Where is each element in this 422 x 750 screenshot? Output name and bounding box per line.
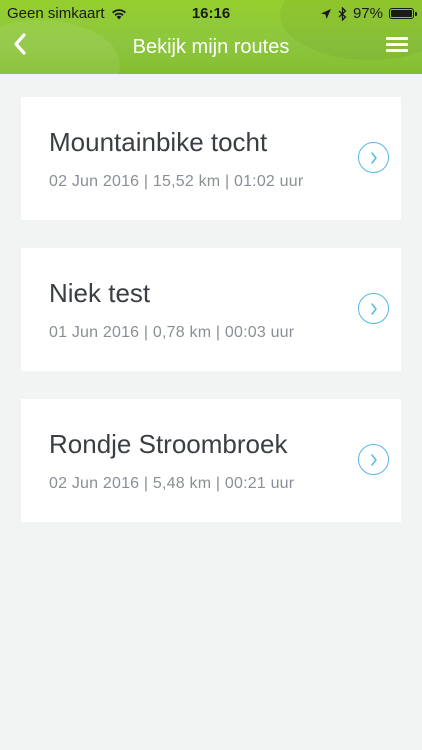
chevron-right-icon[interactable] xyxy=(358,142,389,173)
route-card[interactable]: Rondje Stroombroek 02 Jun 2016 | 5,48 km… xyxy=(21,399,401,522)
page-title: Bekijk mijn routes xyxy=(132,36,290,58)
nav-bar: Bekijk mijn routes xyxy=(0,28,422,72)
hamburger-menu-icon xyxy=(386,37,408,52)
route-meta: 01 Jun 2016 | 0,78 km | 00:03 uur xyxy=(49,324,295,341)
location-arrow-icon xyxy=(320,8,332,20)
route-meta: 02 Jun 2016 | 5,48 km | 00:21 uur xyxy=(49,475,295,492)
battery-percentage: 97% xyxy=(352,5,383,22)
status-bar: Geen simkaart 16:16 97% xyxy=(0,0,422,28)
battery-icon xyxy=(389,8,417,19)
chevron-right-icon[interactable] xyxy=(358,444,389,475)
route-meta: 02 Jun 2016 | 15,52 km | 01:02 uur xyxy=(49,173,304,190)
route-card[interactable]: Mountainbike tocht 02 Jun 2016 | 15,52 k… xyxy=(21,97,401,220)
status-right: 97% xyxy=(320,5,417,22)
menu-button[interactable] xyxy=(386,34,408,56)
route-card[interactable]: Niek test 01 Jun 2016 | 0,78 km | 00:03 … xyxy=(21,248,401,371)
chevron-right-icon[interactable] xyxy=(358,293,389,324)
route-name: Mountainbike tocht xyxy=(49,127,268,157)
route-name: Rondje Stroombroek xyxy=(49,429,288,459)
bluetooth-icon xyxy=(338,6,347,21)
header: Geen simkaart 16:16 97% Bekijk mijn rout… xyxy=(0,0,422,74)
route-name: Niek test xyxy=(49,278,151,308)
